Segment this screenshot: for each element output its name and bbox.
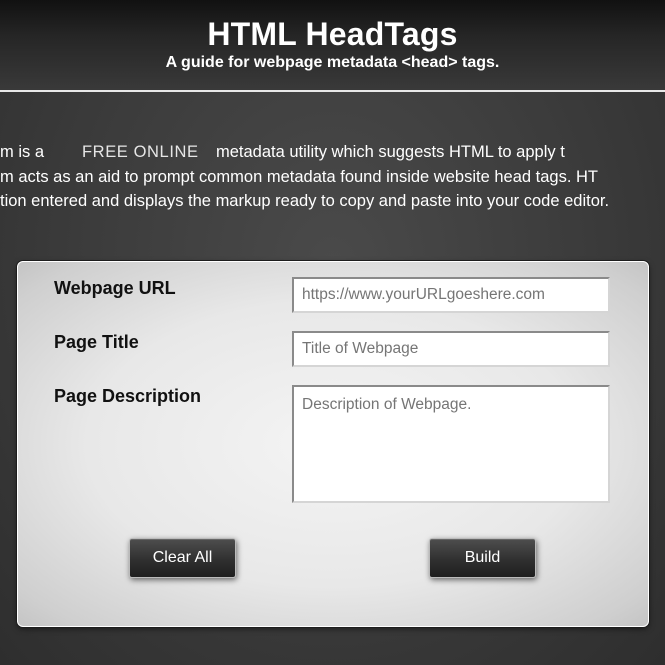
- intro-line-2: m acts as an aid to prompt common metada…: [0, 165, 665, 190]
- clear-all-button[interactable]: Clear All: [129, 538, 236, 578]
- build-button[interactable]: Build: [429, 538, 536, 578]
- page-title-input[interactable]: [292, 331, 610, 367]
- metadata-form: Webpage URL Page Title Page Description …: [17, 261, 649, 627]
- intro-paragraph: m is a FREE ONLINE metadata utility whic…: [0, 140, 665, 214]
- page-title-label: Page Title: [54, 332, 139, 352]
- intro-line-1: m is a FREE ONLINE metadata utility whic…: [0, 140, 665, 165]
- webpage-url-label: Webpage URL: [54, 278, 176, 298]
- intro-line-1-end: metadata utility which suggests HTML to …: [216, 143, 565, 161]
- intro-line-3: tion entered and displays the markup rea…: [0, 189, 665, 214]
- page: HTML HeadTags A guide for webpage metada…: [0, 0, 665, 665]
- site-title: HTML HeadTags: [207, 16, 458, 52]
- intro-line-1-start: m is a: [0, 143, 45, 161]
- site-header: HTML HeadTags A guide for webpage metada…: [0, 0, 665, 92]
- header-divider: [0, 90, 665, 92]
- intro-line-3-text: tion entered and displays the markup rea…: [0, 192, 610, 210]
- free-online-highlight: FREE ONLINE: [82, 143, 199, 161]
- page-description-label: Page Description: [54, 386, 202, 406]
- intro-line-2-text: m acts as an aid to prompt common metada…: [0, 167, 598, 186]
- site-subtitle: A guide for webpage metadata <head> tags…: [165, 54, 500, 71]
- page-description-textarea[interactable]: [292, 385, 610, 503]
- webpage-url-input[interactable]: [292, 277, 610, 313]
